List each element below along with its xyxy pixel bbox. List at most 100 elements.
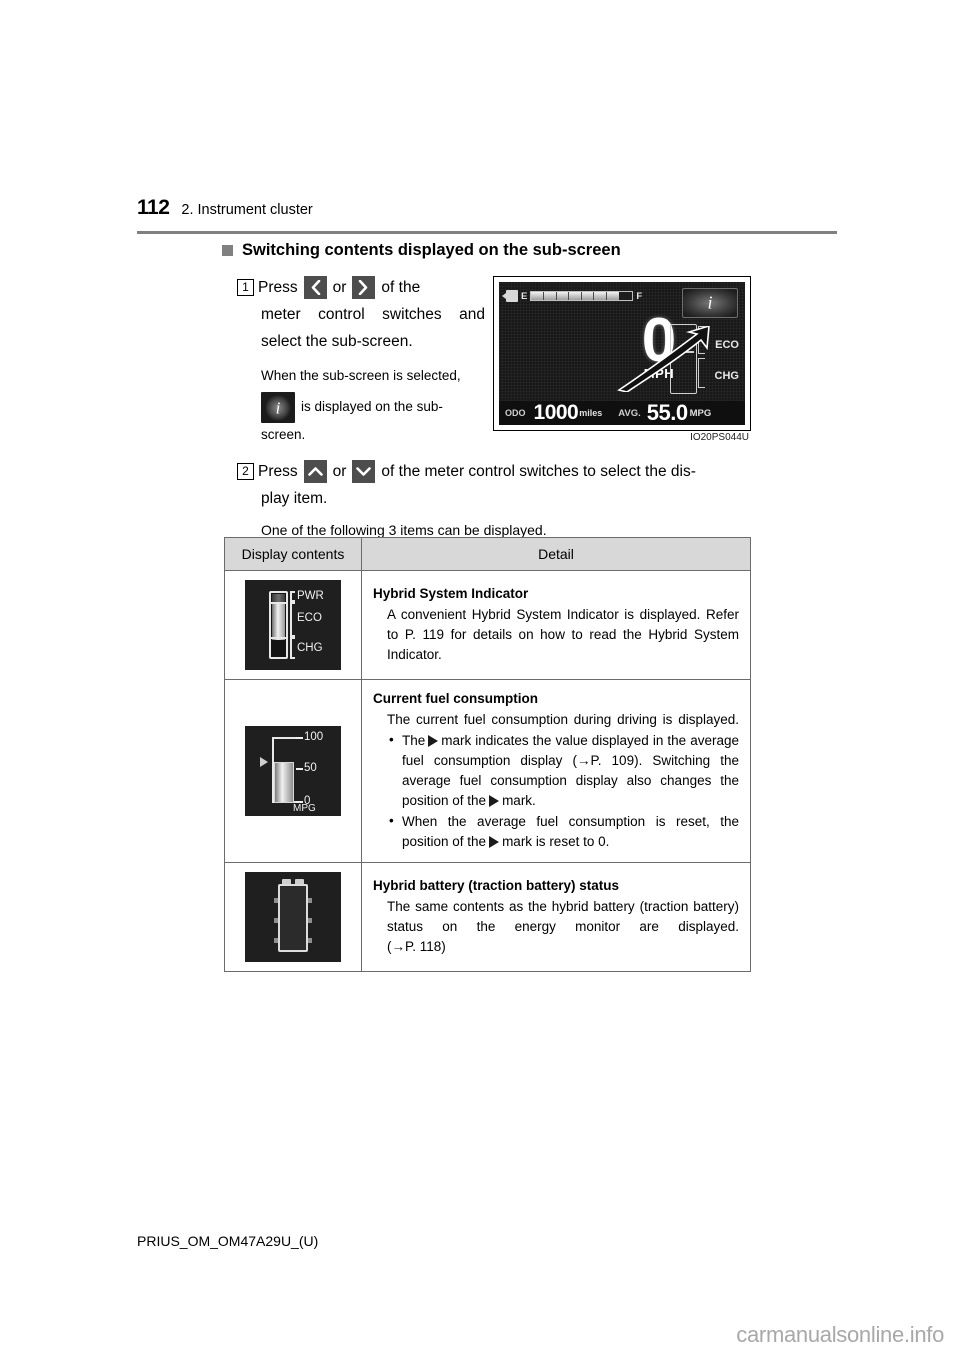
step-1-text-tail: of the (381, 279, 421, 296)
document-code: PRIUS_OM_OM47A29U_(U) (137, 1233, 319, 1249)
battery-nub (308, 898, 312, 903)
battery-nub (274, 918, 278, 923)
section-heading-label: Switching contents displayed on the sub-… (242, 241, 621, 259)
cell-detail-hybrid-battery-status: Hybrid battery (traction battery) status… (361, 862, 751, 972)
list-item: When the average fuel consumption is res… (387, 811, 739, 852)
mpg-tick-100 (296, 737, 303, 739)
step-1-line-2: meter control switches and (261, 306, 485, 323)
hsi-label-pwr: PWR (297, 590, 324, 602)
chevron-left-icon[interactable] (303, 276, 327, 299)
chapter-title: 2. Instrument cluster (181, 202, 313, 218)
current-fuel-consumption-icon: 100 50 0 MPG (245, 726, 341, 816)
cell-detail-hybrid-system-indicator: Hybrid System Indicator A convenient Hyb… (361, 570, 751, 680)
detail-reference: (→P. 118) (387, 939, 446, 954)
fuel-empty-label: E (521, 290, 528, 302)
detail-body: The same contents as the hybrid battery … (387, 899, 739, 934)
average-marker-icon (428, 735, 439, 747)
step-1-number: 1 (237, 279, 254, 296)
battery-nub (308, 938, 312, 943)
cluster-display: E F 0 MPH ECO CHG i ODO 1000 miles AVG. … (499, 282, 745, 425)
step-1-block: 1 Press or of the meter control switches… (237, 274, 485, 447)
bullet-1-ref: P. 109). (590, 753, 643, 768)
mpg-fill (274, 762, 294, 803)
cluster-chg-label: CHG (714, 370, 739, 382)
step-1-or-label: or (332, 279, 347, 296)
cluster-hybrid-indicator (670, 324, 697, 394)
list-item: Themark indicates the value displayed in… (387, 730, 739, 811)
cluster-chg-bracket (698, 358, 705, 388)
step-2-line-1: 2 Press or of the meter control switches… (237, 458, 765, 485)
table-header-row: Display contents Detail (224, 537, 751, 571)
battery-nub (308, 918, 312, 923)
mpg-unit-label: MPG (293, 803, 316, 814)
odo-unit: miles (579, 408, 603, 418)
avg-label: AVG. (618, 407, 641, 419)
mpg-label-50: 50 (304, 762, 317, 774)
hsi-label-eco: ECO (297, 612, 322, 624)
step-1-info-line: i is displayed on the sub- (261, 392, 485, 423)
odo-label: ODO (505, 408, 526, 418)
detail-title: Hybrid battery (traction battery) status (373, 878, 620, 893)
cell-icon-hybrid-battery-status (224, 862, 362, 972)
step-2-or-label: or (332, 463, 347, 480)
hsi-sep-chg (269, 637, 288, 639)
display-contents-table: Display contents Detail PWR ECO CHG Hybr… (224, 537, 751, 972)
detail-bullet-list: Themark indicates the value displayed in… (387, 730, 739, 852)
arrow-ref-icon: → (576, 753, 591, 768)
step-1-text-lead: Press (258, 279, 298, 296)
table-header-detail: Detail (361, 537, 751, 571)
manual-page: 112 2. Instrument cluster Switching cont… (0, 0, 960, 1358)
cluster-info-button[interactable]: i (682, 288, 738, 318)
battery-nub (274, 898, 278, 903)
detail-body: The current fuel consumption during driv… (387, 712, 739, 727)
battery-body (278, 884, 308, 952)
cluster-eco-label: ECO (715, 339, 739, 351)
step-1-line-3: select the sub-screen. (261, 333, 413, 350)
avg-unit: MPG (689, 407, 712, 419)
hsi-bracket-eco (290, 602, 295, 637)
bullet-1-part-a: The (402, 733, 426, 748)
chevron-down-icon[interactable] (352, 460, 376, 483)
step-2-line-2: play item. (261, 490, 328, 507)
step-2-text-tail: of the meter control switches to select … (381, 463, 696, 480)
chevron-right-icon[interactable] (352, 276, 376, 299)
page-header: 112 2. Instrument cluster (137, 196, 837, 220)
step-1-note: When the sub-screen is selected, (261, 368, 461, 383)
avg-value: 55.0 (646, 400, 688, 425)
chevron-up-icon[interactable] (303, 460, 327, 483)
detail-title: Current fuel consumption (373, 691, 538, 706)
average-marker-icon (489, 836, 500, 848)
cluster-bottom-bar: ODO 1000 miles AVG. 55.0 MPG (499, 400, 745, 425)
bullet-1-part-d: mark. (502, 793, 536, 808)
table-row: PWR ECO CHG Hybrid System Indicator A co… (224, 570, 751, 680)
hsi-label-chg: CHG (297, 642, 323, 654)
square-bullet-icon (222, 245, 233, 256)
site-watermark: carmanualsonline.info (736, 1322, 944, 1347)
mpg-tick-50 (296, 768, 303, 770)
hybrid-battery-status-icon (245, 872, 341, 962)
cluster-eco-bracket (698, 326, 705, 354)
section-heading: Switching contents displayed on the sub-… (222, 241, 621, 260)
info-i-icon: i (261, 392, 295, 423)
average-marker-icon (260, 757, 268, 767)
mpg-label-100: 100 (304, 731, 324, 743)
step-1-line-1: 1 Press or of the (237, 274, 485, 301)
hybrid-system-indicator-icon: PWR ECO CHG (245, 580, 341, 670)
table-row: 100 50 0 MPG Current fuel consumption Th… (224, 679, 751, 863)
odo-value: 1000 (533, 401, 579, 424)
cell-detail-current-fuel-consumption: Current fuel consumption The current fue… (361, 679, 751, 863)
fuel-full-label: F (636, 290, 643, 302)
instrument-cluster-figure: E F 0 MPH ECO CHG i ODO 1000 miles AVG. … (493, 276, 751, 431)
detail-body: A convenient Hybrid System Indicator is … (387, 607, 739, 662)
battery-nub (274, 938, 278, 943)
fuel-level-bar (530, 291, 634, 301)
step-1-note-tail2: screen. (261, 427, 306, 442)
hsi-sep-pwr (269, 602, 288, 604)
page-number: 112 (137, 196, 170, 219)
detail-reference-page: P. 118 (405, 939, 442, 954)
fuel-pump-icon (502, 290, 518, 302)
average-marker-icon (489, 795, 500, 807)
table-row: Hybrid battery (traction battery) status… (224, 862, 751, 972)
step-2-block: 2 Press or of the meter control switches… (237, 458, 765, 542)
figure-caption: IO20PS044U (690, 432, 749, 443)
